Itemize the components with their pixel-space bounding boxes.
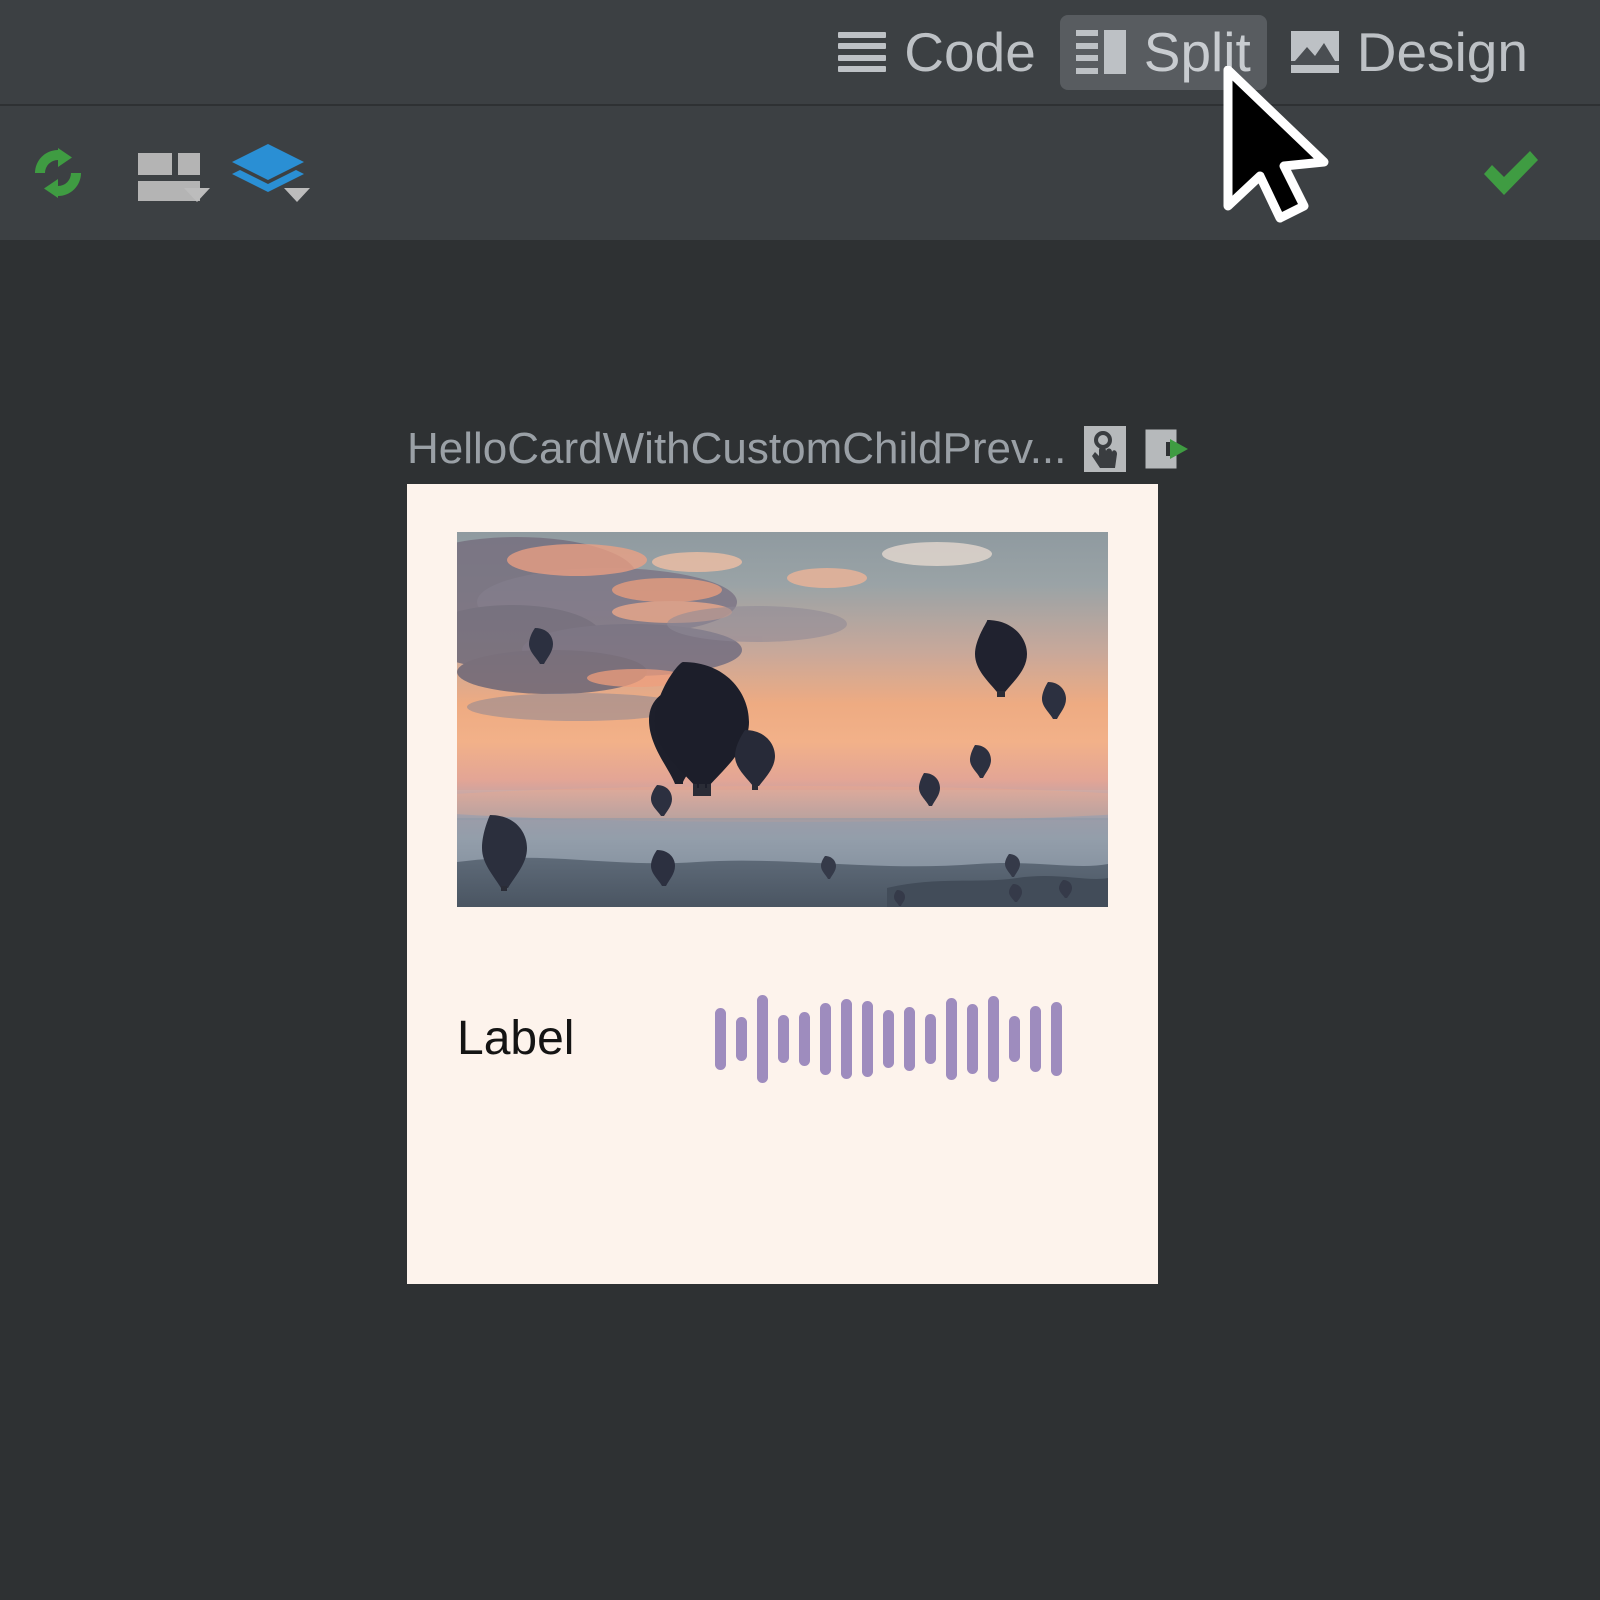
- tab-split[interactable]: Split: [1059, 14, 1267, 90]
- refresh-build-icon: [35, 148, 81, 198]
- waveform-bar: [988, 996, 999, 1082]
- waveform-bar: [757, 995, 768, 1083]
- waveform-bar: [967, 1004, 978, 1074]
- hot-air-balloons-sunset-photo: [457, 532, 1108, 907]
- run-on-device-icon[interactable]: [1144, 426, 1189, 472]
- preview-title: HelloCardWithCustomChildPrev...: [407, 424, 1067, 473]
- preview-card: Label Hello World: [407, 484, 1158, 1284]
- waveform-bar: [799, 1012, 810, 1066]
- audio-waveform[interactable]: [715, 984, 1062, 1094]
- waveform-bar: [883, 1010, 894, 1068]
- tab-split-label: Split: [1143, 20, 1251, 83]
- layers-caret-icon[interactable]: [284, 188, 310, 202]
- tab-code-label: Code: [904, 20, 1036, 83]
- build-status-button[interactable]: [1478, 106, 1544, 240]
- split-panes-icon: [1075, 30, 1126, 74]
- ide-preview-window: Code Split Design HelloCardWithCustomChi…: [0, 0, 1600, 1600]
- interactive-preview-icon[interactable]: [1084, 426, 1127, 472]
- design-image-icon: [1290, 31, 1339, 73]
- tab-design[interactable]: Design: [1275, 15, 1544, 90]
- layers-button[interactable]: [222, 106, 314, 240]
- view-layout-caret-icon[interactable]: [184, 188, 210, 202]
- preview-toolbar: [0, 106, 1600, 240]
- waveform-bar: [1009, 1016, 1020, 1062]
- waveform-bar: [778, 1015, 789, 1063]
- waveform-bar: [925, 1014, 936, 1064]
- waveform-bar: [736, 1017, 747, 1061]
- code-lines-icon: [838, 32, 887, 72]
- card-label-row: Label: [457, 979, 1108, 1099]
- refresh-build-button[interactable]: [20, 106, 96, 240]
- waveform-bar: [1030, 1006, 1041, 1072]
- tab-design-label: Design: [1356, 20, 1528, 83]
- card-label: Label: [457, 1012, 575, 1065]
- waveform-bar: [946, 998, 957, 1080]
- tab-code[interactable]: Code: [822, 15, 1051, 90]
- waveform-bar: [841, 999, 852, 1079]
- view-layout-button[interactable]: [124, 106, 210, 240]
- waveform-bar: [715, 1008, 726, 1070]
- editor-mode-bar: Code Split Design: [0, 0, 1600, 104]
- waveform-bar: [862, 1001, 873, 1077]
- waveform-bar: [820, 1003, 831, 1075]
- preview-header: HelloCardWithCustomChildPrev...: [407, 416, 1189, 482]
- build-ok-check-icon: [1484, 151, 1538, 195]
- waveform-bar: [904, 1007, 915, 1071]
- waveform-bar: [1051, 1002, 1062, 1076]
